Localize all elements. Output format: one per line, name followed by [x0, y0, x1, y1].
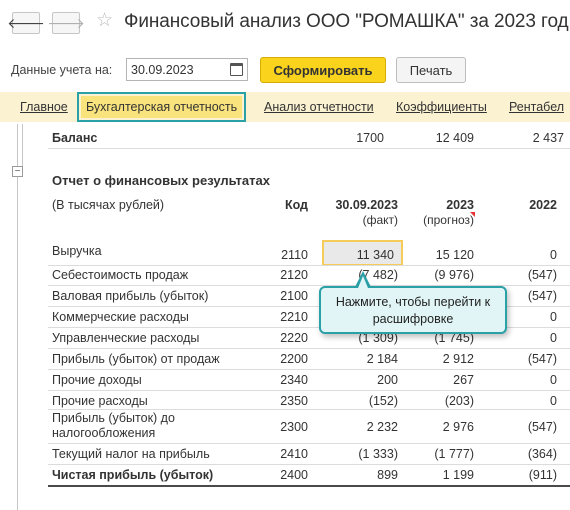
row-divider	[48, 369, 570, 370]
row-prev-value[interactable]: 0	[500, 310, 557, 324]
row-prev-value[interactable]: (911)	[500, 468, 557, 482]
column-header-2022: 2022	[529, 198, 557, 212]
balance-2022[interactable]: 2 437	[500, 131, 564, 145]
tab-ratios[interactable]: Коэффициенты	[396, 100, 487, 114]
favorite-star-icon[interactable]: ☆	[96, 11, 113, 30]
tab-report-analysis[interactable]: Анализ отчетности	[264, 100, 374, 114]
row-label: Прибыль (убыток) от продаж	[52, 352, 220, 366]
drilldown-tooltip: Нажмите, чтобы перейти к расшифровке	[319, 286, 507, 334]
row-prev-value[interactable]: 0	[500, 394, 557, 408]
row-prev-value[interactable]: (547)	[500, 289, 557, 303]
row-code: 2120	[280, 268, 308, 282]
row-divider-total	[48, 485, 570, 487]
balance-label: Баланс	[52, 131, 98, 145]
row-label: Себестоимость продаж	[52, 268, 189, 282]
row-forecast-value[interactable]: 267	[414, 373, 474, 387]
collapse-toggle[interactable]: −	[12, 166, 23, 177]
row-label: Управленческие расходы	[52, 331, 200, 345]
row-divider	[48, 390, 570, 391]
row-code: 2110	[281, 248, 308, 262]
column-header-fact: 30.09.2023	[335, 198, 398, 212]
row-fact-value[interactable]: 2 184	[322, 352, 398, 366]
row-prev-value[interactable]: (547)	[500, 420, 557, 434]
row-label: Текущий налог на прибыль	[52, 447, 210, 461]
section-title: Отчет о финансовых результатах	[52, 173, 270, 188]
row-code: 2400	[280, 468, 308, 482]
row-divider	[48, 409, 570, 410]
forward-button[interactable]: 🡒	[47, 12, 85, 34]
row-fact-value[interactable]: 11 340	[322, 248, 394, 262]
row-code: 2350	[280, 394, 308, 408]
back-button[interactable]: 🡐	[7, 12, 45, 34]
row-label: Чистая прибыль (убыток)	[52, 468, 214, 482]
row-forecast-value[interactable]: 1 199	[414, 468, 474, 482]
tab-main[interactable]: Главное	[20, 100, 68, 114]
generate-button[interactable]: Сформировать	[260, 57, 386, 83]
date-field[interactable]	[126, 58, 248, 81]
arrow-left-icon: 🡐	[7, 14, 45, 31]
tree-line	[17, 124, 18, 510]
comment-marker	[470, 212, 475, 217]
row-label: Прочие расходы	[52, 394, 148, 408]
row-forecast-value[interactable]: 2 976	[414, 420, 474, 434]
page-title: Финансовый анализ ООО "РОМАШКА" за 2023 …	[124, 11, 569, 32]
row-divider	[48, 265, 570, 266]
row-code: 2410	[280, 447, 308, 461]
arrow-right-icon: 🡒	[47, 14, 85, 31]
row-code: 2300	[280, 420, 308, 434]
row-fact-value[interactable]: 2 232	[322, 420, 398, 434]
row-code: 2100	[280, 289, 308, 303]
row-label: Коммерческие расходы	[52, 310, 189, 324]
row-code: 2210	[280, 310, 308, 324]
row-forecast-value[interactable]: 2 912	[414, 352, 474, 366]
row-forecast-value[interactable]: (203)	[414, 394, 474, 408]
tooltip-arrow-inner	[358, 276, 368, 288]
row-code: 2200	[280, 352, 308, 366]
tab-accounting-reports[interactable]: Бухгалтерская отчетность	[76, 92, 247, 122]
row-label: Прибыль (убыток) до	[52, 411, 175, 425]
row-label: Валовая прибыль (убыток)	[52, 289, 209, 303]
units-note: (В тысячах рублей)	[52, 198, 165, 212]
row-divider	[48, 443, 570, 444]
row-label: Прочие доходы	[52, 373, 142, 387]
row-divider	[48, 348, 570, 349]
balance-2023[interactable]: 12 409	[414, 131, 474, 145]
row-forecast-value[interactable]: (1 777)	[414, 447, 474, 461]
row-fact-value[interactable]: 899	[322, 468, 398, 482]
tooltip-line: расшифровке	[372, 312, 454, 326]
row-fact-value[interactable]: (1 333)	[322, 447, 398, 461]
column-subheader-2023: (прогноз)	[423, 213, 474, 227]
column-header-code: Код	[284, 198, 308, 212]
row-forecast-value[interactable]: (9 976)	[414, 268, 474, 282]
date-input[interactable]	[127, 62, 225, 77]
column-header-2023: 2023	[446, 198, 474, 212]
calendar-icon[interactable]	[230, 63, 243, 76]
balance-code: 1700	[356, 131, 384, 145]
row-fact-value[interactable]: 200	[322, 373, 398, 387]
row-prev-value[interactable]: (547)	[500, 268, 557, 282]
tabs-bar: Главное Бухгалтерская отчетность Анализ …	[0, 92, 570, 122]
tab-profitability[interactable]: Рентабел	[509, 100, 564, 114]
row-prev-value[interactable]: (364)	[500, 447, 557, 461]
tooltip-line: Нажмите, чтобы перейти к	[335, 295, 491, 309]
row-prev-value[interactable]: 0	[500, 373, 557, 387]
column-subheader-fact: (факт)	[362, 213, 398, 227]
row-label-line2: налогообложения	[52, 426, 156, 440]
row-label: Выручка	[52, 244, 102, 258]
row-code: 2340	[280, 373, 308, 387]
row-prev-value[interactable]: 0	[500, 331, 557, 345]
row-prev-value[interactable]: (547)	[500, 352, 557, 366]
minus-icon: −	[14, 165, 21, 177]
tree-line	[22, 124, 23, 168]
row-fact-value[interactable]: (152)	[322, 394, 398, 408]
print-button[interactable]: Печать	[396, 57, 466, 83]
row-forecast-value[interactable]: 15 120	[414, 248, 474, 262]
date-label: Данные учета на:	[11, 63, 113, 77]
row-divider	[48, 148, 570, 149]
row-divider	[48, 464, 570, 465]
row-prev-value[interactable]: 0	[500, 248, 557, 262]
row-code: 2220	[280, 331, 308, 345]
